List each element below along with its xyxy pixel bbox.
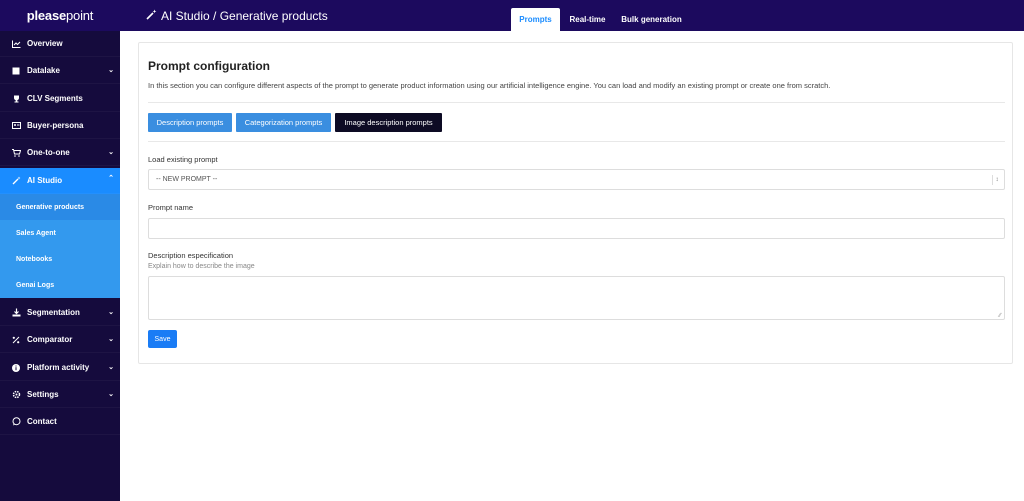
divider — [148, 102, 1005, 103]
chevron-up-icon: ⌃ — [108, 175, 114, 182]
select-caret-icon: ↕ — [992, 175, 1001, 185]
sidebar-item-label: AI Studio — [27, 176, 63, 185]
id-card-icon — [11, 121, 21, 131]
sidebar-item-segmentation[interactable]: Segmentation ⌄ — [0, 300, 120, 326]
load-prompt-label: Load existing prompt — [148, 155, 218, 164]
sidebar-item-label: Contact — [27, 417, 57, 426]
description-spec-label: Description especification — [148, 251, 234, 260]
cart-icon — [11, 148, 21, 158]
prompt-config-panel: Prompt configuration In this section you… — [138, 42, 1013, 364]
section-description: In this section you can configure differ… — [148, 81, 831, 90]
categorization-prompts-button[interactable]: Categorization prompts — [236, 113, 331, 132]
sidebar-item-contact[interactable]: Contact — [0, 409, 120, 435]
percent-icon — [11, 335, 21, 345]
sidebar: please point Overview Datalake ⌄ CLV Segm… — [0, 0, 120, 501]
sidebar-item-platform-activity[interactable]: Platform activity ⌄ — [0, 355, 120, 381]
logo-part1: please — [26, 8, 67, 23]
database-icon — [11, 66, 21, 76]
divider — [148, 141, 1005, 142]
resize-handle-icon[interactable]: ∕∕ — [999, 313, 1001, 319]
sidebar-item-one-to-one[interactable]: One-to-one ⌄ — [0, 140, 120, 166]
magic-wand-icon — [146, 9, 157, 23]
sidebar-item-label: Settings — [27, 390, 59, 399]
breadcrumb-text: AI Studio / Generative products — [161, 9, 328, 23]
sidebar-item-label: Overview — [27, 39, 63, 48]
sidebar-item-label: Platform activity — [27, 363, 90, 372]
load-prompt-select[interactable]: -- NEW PROMPT -- ↕ — [148, 169, 1005, 190]
chevron-down-icon: ⌄ — [108, 309, 114, 316]
tab-prompts[interactable]: Prompts — [511, 8, 560, 31]
sidebar-item-settings[interactable]: Settings ⌄ — [0, 382, 120, 408]
chevron-down-icon: ⌄ — [108, 336, 114, 343]
download-icon — [11, 308, 21, 318]
prompt-name-label: Prompt name — [148, 203, 194, 212]
info-icon — [11, 363, 21, 373]
description-spec-hint: Explain how to describe the image — [148, 263, 255, 270]
tab-real-time[interactable]: Real-time — [565, 8, 610, 31]
sidebar-item-label: Datalake — [27, 66, 60, 75]
sidebar-item-label: CLV Segments — [27, 94, 83, 103]
sidebar-item-ai-studio[interactable]: AI Studio ⌃ — [0, 168, 120, 194]
sidebar-subitem-notebooks[interactable]: Notebooks — [0, 246, 120, 272]
chevron-down-icon: ⌄ — [108, 67, 114, 74]
logo[interactable]: please point — [0, 0, 120, 31]
sidebar-subitem-sales-agent[interactable]: Sales Agent — [0, 220, 120, 246]
save-button[interactable]: Save — [148, 330, 177, 348]
sidebar-item-datalake[interactable]: Datalake ⌄ — [0, 58, 120, 84]
sidebar-subitem-genai-logs[interactable]: Genai Logs — [0, 272, 120, 298]
magic-wand-icon — [11, 176, 21, 186]
top-bar: AI Studio / Generative products Prompts … — [120, 0, 1024, 31]
chevron-down-icon: ⌄ — [108, 391, 114, 398]
sidebar-item-buyer-persona[interactable]: Buyer-persona — [0, 113, 120, 139]
sidebar-item-overview[interactable]: Overview — [0, 31, 120, 57]
chat-icon — [11, 417, 21, 427]
gear-icon — [11, 390, 21, 400]
logo-part2: point — [66, 8, 94, 23]
tab-bulk-generation[interactable]: Bulk generation — [619, 8, 684, 31]
chevron-down-icon: ⌄ — [108, 149, 114, 156]
sidebar-item-label: One-to-one — [27, 148, 70, 157]
sidebar-item-clv-segments[interactable]: CLV Segments — [0, 86, 120, 112]
sidebar-subitem-generative-products[interactable]: Generative products — [0, 194, 120, 220]
select-value: -- NEW PROMPT -- — [156, 176, 218, 183]
page-title: Prompt configuration — [148, 59, 270, 73]
sidebar-item-label: Comparator — [27, 335, 73, 344]
sidebar-item-comparator[interactable]: Comparator ⌄ — [0, 327, 120, 353]
chart-line-icon — [11, 39, 21, 49]
image-description-prompts-button[interactable]: Image description prompts — [335, 113, 442, 132]
sidebar-item-label: Buyer-persona — [27, 121, 84, 130]
trophy-icon — [11, 94, 21, 104]
sidebar-item-label: Segmentation — [27, 308, 80, 317]
description-spec-textarea[interactable] — [148, 276, 1005, 320]
prompt-name-input[interactable] — [148, 218, 1005, 239]
breadcrumb: AI Studio / Generative products — [146, 9, 328, 23]
chevron-down-icon: ⌄ — [108, 364, 114, 371]
description-prompts-button[interactable]: Description prompts — [148, 113, 232, 132]
